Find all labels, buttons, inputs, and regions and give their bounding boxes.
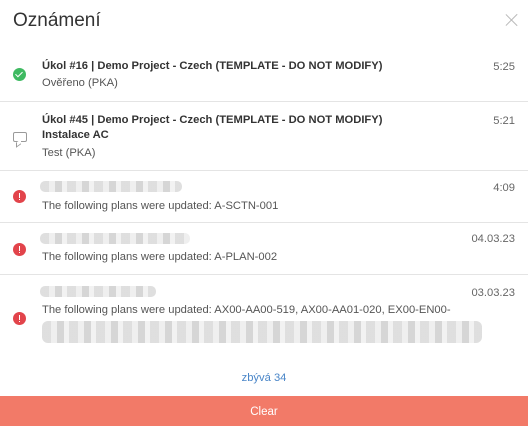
redacted-title (40, 233, 190, 244)
notification-subtitle: The following plans were updated: AX00-A… (42, 304, 451, 316)
notification-time: 4:09 (493, 182, 515, 194)
alert-circle-icon (13, 243, 26, 256)
check-circle-icon (13, 68, 26, 81)
notification-subtitle: Ověřeno (PKA) (42, 77, 118, 89)
redacted-title (40, 181, 182, 192)
notification-subtitle: Test (PKA) (42, 147, 96, 159)
notification-item[interactable]: Úkol #16 | Demo Project - Czech (TEMPLAT… (0, 46, 528, 102)
remaining-count-link[interactable]: zbývá 34 (0, 372, 528, 384)
alert-circle-icon (13, 312, 26, 325)
notification-time: 03.03.23 (471, 287, 515, 299)
alert-circle-icon (13, 190, 26, 203)
notification-item[interactable]: The following plans were updated: AX00-A… (0, 275, 528, 355)
redacted-title (40, 286, 156, 297)
notification-subtitle: The following plans were updated: A-SCTN… (42, 200, 279, 212)
notification-item[interactable]: The following plans were updated: A-SCTN… (0, 171, 528, 223)
notification-time: 04.03.23 (471, 233, 515, 245)
clear-button[interactable]: Clear (0, 396, 528, 426)
close-icon[interactable] (505, 13, 519, 27)
notification-title: Úkol #16 | Demo Project - Czech (TEMPLAT… (42, 60, 383, 72)
notification-time: 5:21 (493, 115, 515, 127)
panel-title: Oznámení (13, 10, 101, 31)
notification-title-secondary: Instalace AC (42, 129, 109, 141)
notification-item[interactable]: Úkol #45 | Demo Project - Czech (TEMPLAT… (0, 102, 528, 171)
redacted-text (42, 321, 482, 343)
panel-header: Oznámení (0, 0, 528, 46)
notification-item[interactable]: The following plans were updated: A-PLAN… (0, 223, 528, 275)
comment-icon (13, 132, 27, 142)
notification-title: Úkol #45 | Demo Project - Czech (TEMPLAT… (42, 114, 383, 126)
notification-time: 5:25 (493, 61, 515, 73)
notification-panel: Oznámení Úkol #16 | Demo Project - Czech… (0, 0, 528, 426)
notification-subtitle: The following plans were updated: A-PLAN… (42, 251, 278, 263)
